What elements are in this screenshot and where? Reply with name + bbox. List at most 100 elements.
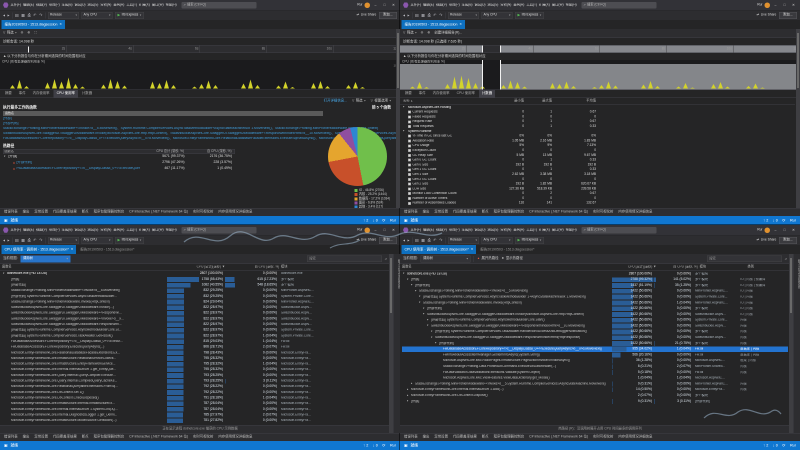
top-function-link[interactable]: StackExchange.Profiling.MiniProfilerMidd… [3, 127, 397, 131]
search-input[interactable] [707, 256, 782, 263]
undo-icon[interactable]: ↶ [433, 238, 436, 242]
nav-back-icon[interactable]: ◂ [403, 238, 405, 242]
selection-handle[interactable] [500, 60, 501, 90]
status-item[interactable]: ↓ 0 [373, 444, 378, 448]
configuration-combo[interactable]: Release▾ [48, 237, 79, 244]
status-item[interactable]: Rur [790, 219, 796, 223]
menu-item[interactable]: 窗口(W) [552, 228, 564, 231]
collapsed-solution-explorer-tab[interactable]: 解决方案资源管理器 [793, 254, 800, 433]
panel-tab[interactable]: 代码覆盖率结果 [453, 436, 477, 439]
status-item[interactable]: ⟳ [382, 444, 385, 448]
menu-item[interactable]: 分析(N) [100, 3, 111, 6]
panel-tab[interactable]: 输出 [423, 211, 430, 214]
nav-back-icon[interactable]: ◂ [3, 238, 5, 242]
nav-forward-icon[interactable]: ▸ [408, 238, 410, 242]
panel-tab[interactable]: 实时可视化树 [593, 436, 613, 439]
scrollbar-thumb[interactable] [790, 258, 792, 313]
menu-item[interactable]: 视图(V) [436, 3, 447, 6]
platform-combo[interactable]: Any CPU▾ [81, 237, 112, 244]
document-tab[interactable]: 报告20190503 - 1513.diagsession✕ [2, 20, 65, 29]
selection-handle[interactable] [482, 60, 483, 90]
minimize-button[interactable]: – [772, 228, 779, 232]
expand-hot-path-button[interactable]: ▲展开热路径 [477, 257, 498, 260]
configuration-combo[interactable]: Release▾ [448, 237, 479, 244]
menu-item[interactable]: 视图(V) [36, 228, 47, 231]
open-details-link[interactable]: 打开详细信息... [324, 100, 347, 103]
panel-tab[interactable]: C# Interactive (.NET Framework 64 位) [529, 436, 588, 439]
panel-tab[interactable]: 异常设置 [434, 211, 448, 214]
selection-handle[interactable] [482, 46, 483, 53]
user-name[interactable]: Rur [357, 3, 362, 6]
maximize-button[interactable]: □ [781, 3, 788, 7]
search-icon[interactable]: ⌕ [785, 257, 787, 261]
search-input[interactable] [307, 256, 382, 263]
menu-item[interactable]: 分析(N) [500, 3, 511, 6]
new-file-icon[interactable]: ▤ [415, 13, 419, 17]
document-tab[interactable]: 报告20190503 - 1513.diagsession✕ [402, 20, 465, 29]
close-button[interactable]: ✕ [790, 228, 797, 232]
hot-path-row[interactable]: ▲FwDatabaseAccessorEFCoreRepository+<>c_… [3, 166, 235, 172]
status-item[interactable]: Rur [390, 219, 396, 223]
zoom-out-button[interactable]: ⊖ [21, 32, 24, 35]
panel-tab[interactable]: 输出 [423, 436, 430, 439]
panel-tab[interactable]: 实时可视化树 [193, 211, 213, 214]
report-tab[interactable]: 计数器 [479, 90, 495, 98]
save-icon[interactable]: ⎙ [428, 238, 431, 242]
minimize-button[interactable]: – [372, 3, 379, 7]
counter-checkbox[interactable] [408, 163, 411, 166]
report-tab[interactable]: 摘要 [402, 90, 415, 98]
status-item[interactable]: ⟳ [382, 219, 385, 223]
undo-icon[interactable]: ↶ [33, 238, 36, 242]
panel-tab[interactable]: 内存使用情况详细信息 [618, 436, 652, 439]
platform-combo[interactable]: Any CPU▾ [81, 12, 112, 19]
counter-checkbox[interactable] [408, 202, 411, 205]
avatar[interactable] [365, 227, 371, 233]
status-item[interactable]: ↑ 2 [763, 444, 768, 448]
open-file-icon[interactable]: ▦ [421, 13, 425, 17]
close-tab-icon[interactable]: ✕ [71, 248, 74, 251]
menu-item[interactable]: 调试(D) [75, 228, 86, 231]
panel-tab[interactable]: 异常设置 [434, 436, 448, 439]
scrollbar-thumb[interactable] [797, 33, 799, 88]
status-item[interactable]: ↓ 0 [773, 219, 778, 223]
panel-tab[interactable]: 错误列表 [404, 211, 418, 214]
live-share-button[interactable]: ⇄Live Share [757, 14, 777, 17]
redo-icon[interactable]: ↷ [39, 238, 42, 242]
panel-tab[interactable]: 输出 [23, 436, 30, 439]
panel-tab[interactable]: 异常设置 [34, 436, 48, 439]
attach-button[interactable]: 附加... [379, 237, 397, 244]
feedback-icon[interactable]: ▣ [4, 219, 8, 223]
live-share-button[interactable]: ⇄Live Share [357, 239, 377, 242]
panel-tab[interactable]: 错误列表 [4, 211, 18, 214]
panel-tab[interactable]: 代码覆盖率结果 [453, 211, 477, 214]
document-tab[interactable]: CPU 使用率 - 调用树 - 1513.diagsession*✕ [402, 245, 477, 254]
save-icon[interactable]: ⎙ [28, 13, 31, 17]
expander-icon[interactable]: ▾ [403, 130, 407, 133]
nav-forward-icon[interactable]: ▸ [408, 13, 410, 17]
menu-item[interactable]: 帮助(H) [566, 228, 577, 231]
start-debug-button[interactable]: ▶IIS Express▾ [115, 237, 144, 244]
menu-item[interactable]: 重构(R) [113, 228, 124, 231]
panel-tab[interactable]: C# Interactive (.NET Framework 64 位) [129, 211, 188, 214]
counter-checkbox[interactable] [408, 139, 411, 142]
feedback-icon[interactable]: ▣ [4, 444, 8, 448]
nav-forward-icon[interactable]: ▸ [8, 238, 10, 242]
menu-item[interactable]: 文件(F) [411, 3, 422, 6]
close-tab-icon[interactable]: ✕ [471, 248, 474, 251]
panel-tab[interactable]: 实时可视化树 [593, 211, 613, 214]
timeline-cursor[interactable] [28, 47, 29, 53]
menu-item[interactable]: 工具(T) [126, 228, 137, 231]
redo-icon[interactable]: ↷ [39, 13, 42, 17]
panel-tab[interactable]: 实时可视化树 [193, 436, 213, 439]
panel-tab[interactable]: 程序包管理器控制台 [494, 211, 525, 214]
start-debug-button[interactable]: ▶IIS Express▾ [115, 12, 144, 19]
menu-item[interactable]: 视图(V) [36, 3, 47, 6]
menu-item[interactable]: 生成(B) [462, 228, 473, 231]
report-tab[interactable]: CPU 使用率 [54, 90, 78, 98]
status-item[interactable]: ↑ 2 [763, 219, 768, 223]
sort-asc-icon[interactable]: ▴ [411, 100, 415, 103]
menu-item[interactable]: 生成(B) [62, 228, 73, 231]
maximize-button[interactable]: □ [781, 228, 788, 232]
top-function-link[interactable]: [外部] [3, 117, 397, 121]
panel-tab[interactable]: 错误列表 [404, 436, 418, 439]
